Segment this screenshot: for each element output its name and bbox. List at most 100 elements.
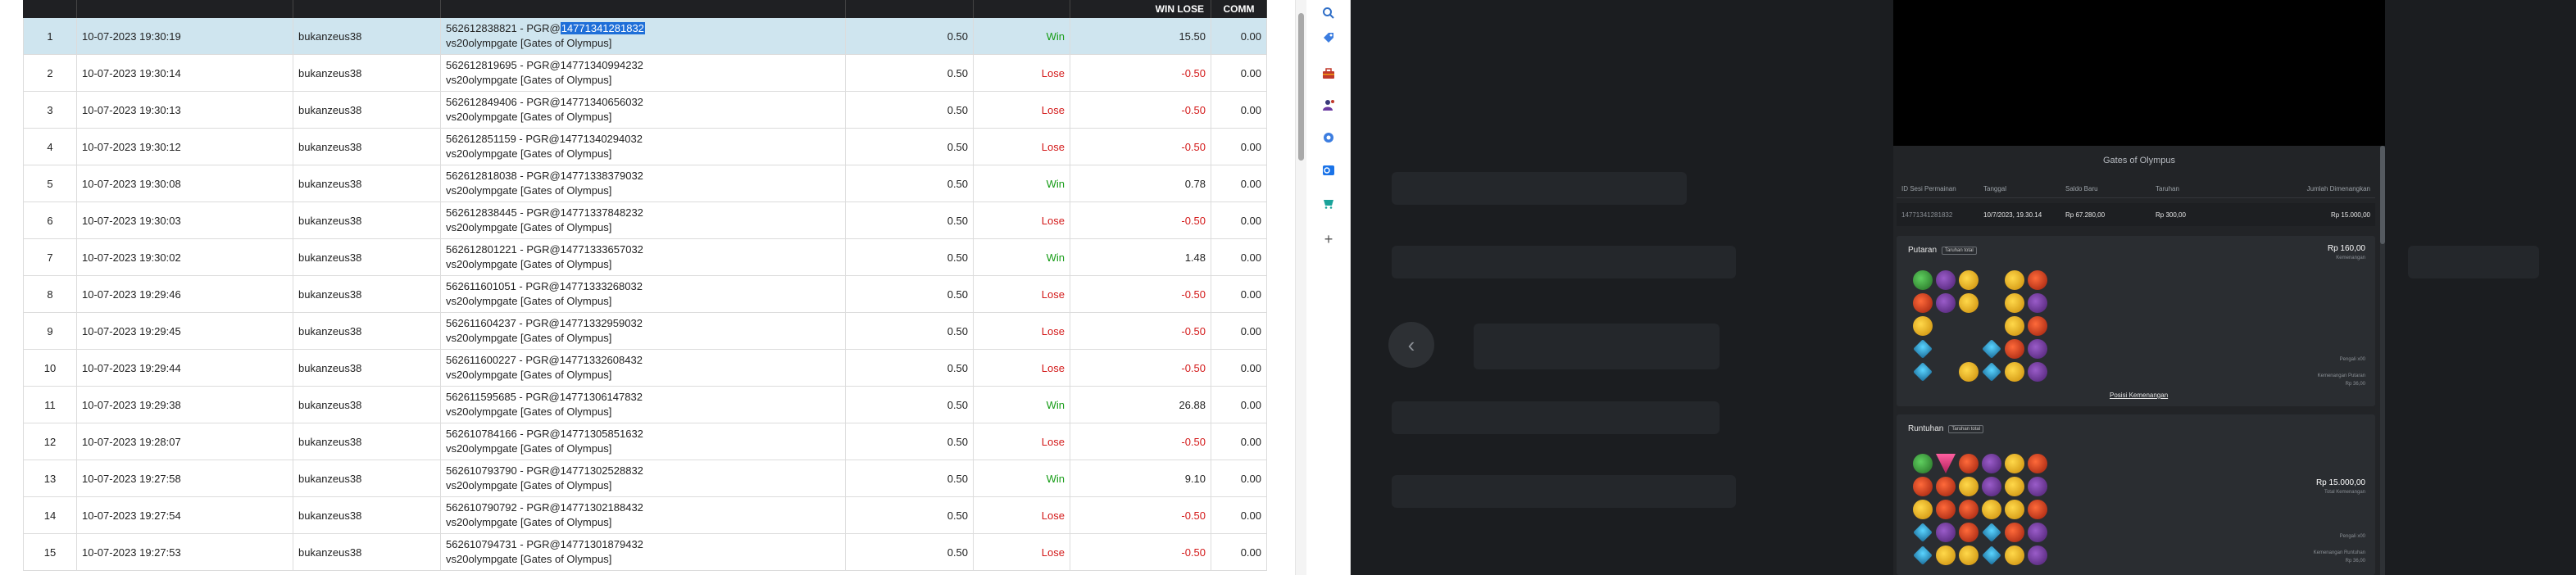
ticket-line[interactable]: 562612838445 - PGR@14771337848232	[446, 206, 643, 220]
ticket-line[interactable]: 562611601051 - PGR@14771333268032	[446, 279, 643, 294]
slot-symbol-icon	[1936, 546, 1956, 565]
table-row[interactable]: 11 10-07-2023 19:29:38 bukanzeus38 56261159…	[23, 387, 1267, 423]
table-row[interactable]: 1 10-07-2023 19:30:19 bukanzeus38 562612838…	[23, 18, 1267, 55]
ticket-line[interactable]: 562612801221 - PGR@14771333657032	[446, 242, 643, 257]
cell-comm: 0.00	[1211, 387, 1267, 423]
slot-symbol-icon	[1936, 454, 1956, 473]
table-row[interactable]: 14 10-07-2023 19:27:54 bukanzeus38 56261079…	[23, 497, 1267, 534]
cell-date: 10-07-2023 19:27:53	[77, 534, 293, 570]
cell-win-lose: 1.48	[1070, 239, 1211, 275]
table-row[interactable]: 3 10-07-2023 19:30:13 bukanzeus38 562612849…	[23, 92, 1267, 129]
person-icon[interactable]	[1320, 97, 1337, 113]
table-row[interactable]: 6 10-07-2023 19:30:03 bukanzeus38 562612838…	[23, 202, 1267, 239]
toolbox-icon[interactable]	[1320, 66, 1337, 82]
ticket-line[interactable]: 562612818038 - PGR@14771338379032	[446, 169, 643, 183]
slot-symbol-icon	[2005, 293, 2024, 313]
table-row[interactable]: 9 10-07-2023 19:29:45 bukanzeus38 562611604…	[23, 313, 1267, 350]
ticket-line[interactable]: 562610790792 - PGR@14771302188432	[446, 500, 643, 515]
spin-title-wrap: Putaran Taruhan total	[1908, 246, 1977, 255]
header-win-lose[interactable]: WIN LOSE	[1070, 0, 1211, 18]
slot-symbol-icon	[2005, 339, 2024, 359]
cell-date: 10-07-2023 19:30:14	[77, 55, 293, 91]
cell-no: 6	[23, 202, 77, 238]
table-row[interactable]: 4 10-07-2023 19:30:12 bukanzeus38 562612851…	[23, 129, 1267, 165]
popup-scrollbar[interactable]	[2380, 146, 2385, 575]
ticket-line[interactable]: 562610784166 - PGR@14771305851632	[446, 427, 643, 441]
ticket-line[interactable]: 562612849406 - PGR@14771340656032	[446, 95, 643, 110]
cell-result: Win	[974, 387, 1070, 423]
popup-table-row[interactable]: 14771341281832 10/7/2023, 19.30.14 Rp 67…	[1897, 203, 2375, 226]
cell-stake: 0.50	[846, 92, 974, 128]
cell-win-lose: -0.50	[1070, 497, 1211, 533]
table-scrollbar[interactable]	[1295, 0, 1306, 575]
popup-scrollbar-thumb[interactable]	[2380, 146, 2385, 244]
popup-cell-session: 14771341281832	[1901, 211, 1953, 219]
ticket-id: 562612849406 - PGR@14771340656032	[446, 96, 643, 108]
ticket-line[interactable]: 562612819695 - PGR@14771340994232	[446, 58, 643, 73]
game-name: vs20olympgate [Gates of Olympus]	[446, 184, 612, 197]
slot-symbol-icon	[1913, 316, 1933, 336]
cell-user: bukanzeus38	[293, 460, 441, 496]
table-row[interactable]: 8 10-07-2023 19:29:46 bukanzeus38 562611601…	[23, 276, 1267, 313]
ticket-id: 562610794731 - PGR@14771301879432	[446, 538, 643, 550]
slot-symbol-icon	[2005, 316, 2024, 336]
cell-no: 3	[23, 92, 77, 128]
cell-win-lose: 9.10	[1070, 460, 1211, 496]
cell-result: Win	[974, 460, 1070, 496]
table-row[interactable]: 5 10-07-2023 19:30:08 bukanzeus38 562612818…	[23, 165, 1267, 202]
table-row[interactable]: 10 10-07-2023 19:29:44 bukanzeus38 56261160…	[23, 350, 1267, 387]
cell-no: 4	[23, 129, 77, 165]
plus-icon[interactable]: +	[1320, 231, 1337, 247]
cell-stake: 0.50	[846, 129, 974, 165]
table-scrollbar-thumb[interactable]	[1298, 13, 1304, 161]
shopping-icon[interactable]	[1320, 195, 1337, 211]
outlook-icon[interactable]	[1320, 162, 1337, 179]
cell-description: 562611604237 - PGR@14771332959032 vs20oly…	[441, 313, 846, 349]
cell-comm: 0.00	[1211, 202, 1267, 238]
tumble-amount-label: Total Kemenangan	[2324, 490, 2365, 495]
search-icon[interactable]	[1320, 5, 1337, 21]
winning-positions-link[interactable]: Posisi Kemenangan	[2110, 392, 2168, 399]
cell-win-lose: -0.50	[1070, 202, 1211, 238]
ticket-line[interactable]: 562611600227 - PGR@14771332608432	[446, 353, 643, 368]
cell-description: 562610790792 - PGR@14771302188432 vs20oly…	[441, 497, 846, 533]
cell-result: Lose	[974, 423, 1070, 460]
tag-icon[interactable]	[1320, 29, 1337, 46]
slot-symbol-icon	[1982, 270, 2001, 290]
popup-cell-date: 10/7/2023, 19.30.14	[1983, 211, 2042, 219]
ticket-line[interactable]: 562610793790 - PGR@14771302528832	[446, 464, 643, 478]
ticket-id: 562611595685 - PGR@14771306147832	[446, 391, 643, 403]
table-row[interactable]: 2 10-07-2023 19:30:14 bukanzeus38 562612819…	[23, 55, 1267, 92]
cell-win-lose: -0.50	[1070, 313, 1211, 349]
ticket-id: 562612801221 - PGR@14771333657032	[446, 243, 643, 256]
slot-symbol-icon	[1982, 293, 2001, 313]
table-row[interactable]: 13 10-07-2023 19:27:58 bukanzeus38 56261079…	[23, 460, 1267, 497]
cell-date: 10-07-2023 19:27:54	[77, 497, 293, 533]
screen: WIN LOSE COMM 1 10-07-2023 19:30:19 bukanz…	[0, 0, 2576, 575]
slot-symbol-icon	[1959, 270, 1979, 290]
cell-date: 10-07-2023 19:30:03	[77, 202, 293, 238]
slot-symbol-icon	[1959, 523, 1979, 542]
table-row[interactable]: 15 10-07-2023 19:27:53 bukanzeus38 56261079…	[23, 534, 1267, 571]
slot-symbol-icon	[2028, 477, 2047, 496]
cell-no: 15	[23, 534, 77, 570]
cell-win-lose: -0.50	[1070, 534, 1211, 570]
ticket-line[interactable]: 562610794731 - PGR@14771301879432	[446, 537, 643, 552]
ticket-line[interactable]: 562612838821 - PGR@14771341281832	[446, 21, 645, 36]
spin-note-multiplier: Pengali x00	[2339, 357, 2365, 362]
header-comm[interactable]: COMM	[1211, 0, 1267, 18]
table-row[interactable]: 7 10-07-2023 19:30:02 bukanzeus38 562612801…	[23, 239, 1267, 276]
slot-symbol-icon	[2005, 523, 2024, 542]
ticket-line[interactable]: 562611604237 - PGR@14771332959032	[446, 316, 643, 331]
slot-symbol-icon	[1982, 546, 2001, 565]
ticket-line[interactable]: 562612851159 - PGR@14771340294032	[446, 132, 643, 147]
ticket-line[interactable]: 562611595685 - PGR@14771306147832	[446, 390, 643, 405]
cell-stake: 0.50	[846, 202, 974, 238]
ticket-id-selection[interactable]: 14771341281832	[560, 22, 645, 34]
background-block	[1392, 401, 1720, 434]
table-row[interactable]: 12 10-07-2023 19:28:07 bukanzeus38 56261078…	[23, 423, 1267, 460]
gear-icon[interactable]	[1320, 129, 1337, 146]
spin-title: Putaran	[1908, 246, 1938, 255]
transaction-panel: WIN LOSE COMM 1 10-07-2023 19:30:19 bukanz…	[0, 0, 1295, 575]
carousel-prev-button[interactable]: ‹	[1388, 322, 1434, 368]
